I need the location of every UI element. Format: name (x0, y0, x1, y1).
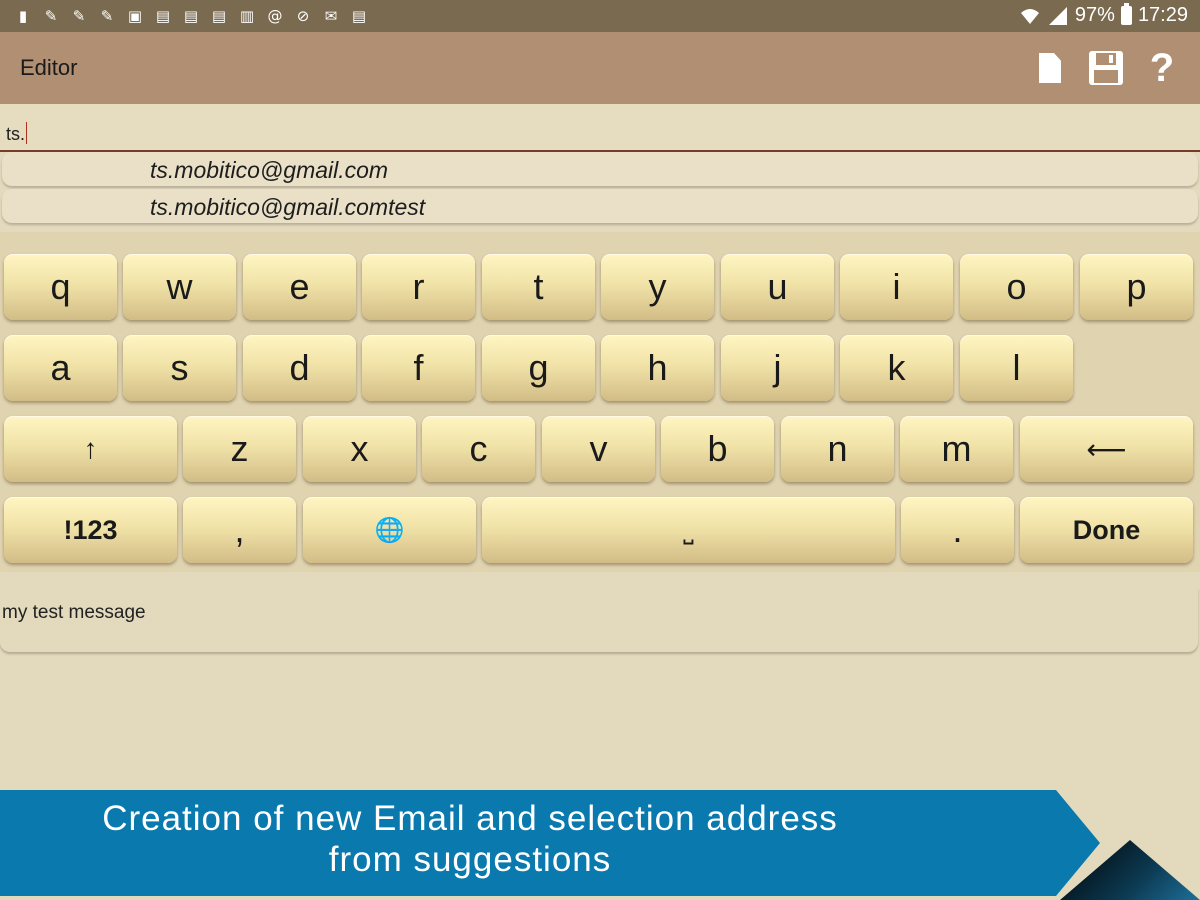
key-h[interactable]: h (601, 335, 714, 401)
gallery-icon: ▤ (351, 7, 367, 25)
banner-caption-line2: from suggestions (328, 840, 612, 879)
key-r[interactable]: r (362, 254, 475, 320)
key-w[interactable]: w (123, 254, 236, 320)
period-key[interactable]: . (901, 497, 1014, 563)
signal-icon (1048, 6, 1067, 25)
save-button[interactable] (1084, 46, 1128, 90)
gallery-icon: ▤ (211, 7, 227, 25)
key-c[interactable]: c (422, 416, 535, 482)
gallery-icon: ▥ (239, 7, 255, 25)
key-j[interactable]: j (721, 335, 834, 401)
key-a[interactable]: a (4, 335, 117, 401)
done-key[interactable]: Done (1020, 497, 1193, 563)
key-m[interactable]: m (900, 416, 1013, 482)
suggestion-label: ts.mobitico@gmail.com (150, 157, 389, 183)
wifi-icon (1020, 8, 1039, 24)
message-body-input[interactable]: my test message (0, 588, 1198, 652)
gallery-icon: ▤ (183, 7, 199, 25)
help-icon: ? (1149, 46, 1175, 90)
key-k[interactable]: k (840, 335, 953, 401)
key-i[interactable]: i (840, 254, 953, 320)
page-title: Editor (20, 55, 78, 80)
notification-icons: ▮ ✎ ✎ ✎ ▣ ▤ ▤ ▤ ▥ @ ⊘ ✉ ▤ (12, 6, 370, 26)
key-o[interactable]: o (960, 254, 1073, 320)
new-document-icon (1039, 53, 1061, 83)
suggestion-item[interactable]: ts.mobitico@gmail.com (2, 152, 1198, 186)
key-d[interactable]: d (243, 335, 356, 401)
message-body-text: my test message (2, 602, 146, 623)
no-sim-icon: ⊘ (296, 7, 310, 25)
key-l[interactable]: l (960, 335, 1073, 401)
key-b[interactable]: b (661, 416, 774, 482)
suggestion-label: ts.mobitico@gmail.comtest (150, 194, 426, 220)
mail-icon: ✉ (324, 7, 338, 25)
key-f[interactable]: f (362, 335, 475, 401)
key-t[interactable]: t (482, 254, 595, 320)
key-u[interactable]: u (721, 254, 834, 320)
banner-caption: Creation of new Email and selection addr… (0, 798, 940, 880)
recipient-input-value: ts. (6, 124, 26, 144)
key-z[interactable]: z (183, 416, 296, 482)
key-e[interactable]: e (243, 254, 356, 320)
wrench-icon: ✎ (100, 7, 114, 25)
key-q[interactable]: q (4, 254, 117, 320)
key-y[interactable]: y (601, 254, 714, 320)
key-v[interactable]: v (542, 416, 655, 482)
help-button[interactable]: ? (1140, 46, 1184, 90)
status-bar: ▮ ✎ ✎ ✎ ▣ ▤ ▤ ▤ ▥ @ ⊘ ✉ ▤ 97% 17:29 (0, 0, 1200, 32)
wrench-icon: ✎ (72, 7, 86, 25)
recipient-input[interactable]: ts. (0, 104, 1200, 152)
key-p[interactable]: p (1080, 254, 1193, 320)
shift-key[interactable]: ↑ (4, 416, 177, 482)
wrench-icon: ✎ (44, 7, 58, 25)
save-icon (1089, 51, 1123, 85)
key-g[interactable]: g (482, 335, 595, 401)
backspace-key[interactable]: ⟵ (1020, 416, 1193, 482)
globe-icon: 🌐 (374, 516, 405, 544)
clock: 17:29 (1137, 4, 1188, 26)
key-n[interactable]: n (781, 416, 894, 482)
language-key[interactable]: 🌐 (303, 497, 476, 563)
new-document-button[interactable] (1028, 46, 1072, 90)
battery-percent: 97% (1074, 4, 1115, 26)
action-bar: Editor ? (0, 32, 1200, 104)
comma-key[interactable]: , (183, 497, 296, 563)
symbols-key[interactable]: !123 (4, 497, 177, 563)
banner-caption-line1: Creation of new Email and selection addr… (102, 799, 838, 838)
key-s[interactable]: s (123, 335, 236, 401)
image-icon: ▣ (127, 7, 143, 25)
key-x[interactable]: x (303, 416, 416, 482)
space-key[interactable]: ⎵ (482, 497, 895, 563)
system-status: 97% 17:29 (1019, 3, 1188, 27)
usb-icon: ▮ (18, 7, 28, 25)
on-screen-keyboard: q w e r t y u i o p a s d f g h j k l ↑ … (0, 232, 1200, 572)
gallery-icon: ▤ (155, 7, 171, 25)
battery-icon (1120, 3, 1132, 25)
suggestion-item[interactable]: ts.mobitico@gmail.comtest (2, 189, 1198, 223)
at-sign-icon: @ (267, 7, 283, 25)
